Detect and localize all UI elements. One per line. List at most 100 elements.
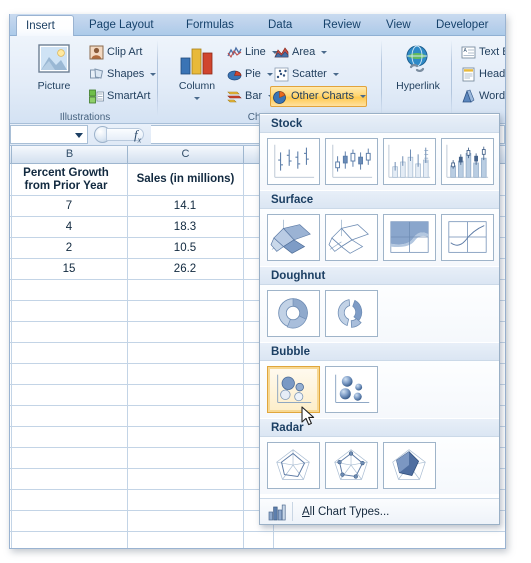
- gallery-section-body-bubble: [260, 361, 499, 418]
- cell-c1[interactable]: Sales (in millions): [128, 173, 243, 185]
- scatter-chart-icon: [274, 67, 289, 82]
- name-box[interactable]: [10, 125, 88, 144]
- header-footer-label: Header &: [479, 68, 506, 80]
- clip-art-label: Clip Art: [107, 46, 143, 58]
- chevron-down-icon: [332, 72, 339, 76]
- bar-chart-button[interactable]: Bar: [226, 87, 275, 106]
- other-charts-button[interactable]: Other Charts: [270, 86, 368, 107]
- chart-thumb-radar-filled[interactable]: [383, 442, 436, 489]
- cell-c2[interactable]: 14.1: [128, 200, 242, 212]
- tab-page-layout[interactable]: Page Layout: [80, 15, 163, 36]
- chart-thumb-stock-vhlc[interactable]: [383, 138, 436, 185]
- chart-thumb-surface-contour[interactable]: [383, 214, 436, 261]
- tab-insert[interactable]: Insert: [16, 15, 74, 37]
- column-header-c[interactable]: C: [128, 146, 244, 163]
- ribbon-body: Picture Clip Art Shapes SmartArt Illustr…: [10, 36, 505, 124]
- pie-chart-button[interactable]: Pie: [226, 65, 273, 84]
- all-chart-types-icon: [268, 503, 286, 521]
- bar-chart-icon: [227, 89, 242, 104]
- gallery-section-body-doughnut: [260, 285, 499, 342]
- shapes-button[interactable]: Shapes: [88, 65, 157, 84]
- chart-thumb-stock-vohlc[interactable]: [441, 138, 494, 185]
- pie-chart-icon: [227, 67, 242, 82]
- chart-thumb-radar-markers[interactable]: [325, 442, 378, 489]
- all-chart-types-accel: A: [302, 506, 310, 518]
- cell-c3[interactable]: 18.3: [128, 221, 242, 233]
- clip-art-icon: [89, 45, 104, 60]
- column-chart-button[interactable]: Column: [168, 42, 226, 104]
- line-chart-icon: [227, 45, 242, 60]
- chart-thumb-radar[interactable]: [267, 442, 320, 489]
- tab-data[interactable]: Data: [259, 15, 301, 36]
- all-chart-types-label: All Chart Types...: [302, 499, 390, 524]
- chart-thumb-stock-hlc[interactable]: [267, 138, 320, 185]
- chevron-down-icon: [150, 72, 157, 76]
- chart-thumb-surface-wireframe-contour[interactable]: [441, 214, 494, 261]
- cell-b5[interactable]: 15: [12, 263, 126, 275]
- ribbon-tab-bar: Insert Page Layout Formulas Data Review …: [10, 14, 505, 37]
- tab-review[interactable]: Review: [314, 15, 370, 36]
- picture-button[interactable]: Picture: [24, 42, 84, 92]
- line-chart-button[interactable]: Line: [226, 43, 278, 62]
- chart-thumb-doughnut[interactable]: [267, 290, 320, 337]
- chart-thumb-surface-3d[interactable]: [267, 214, 320, 261]
- other-charts-gallery: Stock Surface Doughnut Bubble Radar All …: [259, 113, 500, 525]
- text-box-button[interactable]: A Text Box: [460, 43, 505, 62]
- shapes-icon: [89, 67, 104, 82]
- group-divider: [381, 40, 382, 116]
- chevron-down-icon[interactable]: [75, 133, 83, 138]
- cell-c5[interactable]: 26.2: [128, 263, 242, 275]
- area-chart-button[interactable]: Area: [273, 43, 328, 62]
- text-box-label: Text Box: [479, 46, 505, 58]
- smartart-icon: [89, 89, 104, 104]
- group-divider: [451, 40, 452, 116]
- ribbon-group-illustrations: Picture Clip Art Shapes SmartArt Illustr…: [12, 36, 158, 124]
- gallery-section-body-stock: [260, 133, 499, 190]
- all-chart-types-row[interactable]: All Chart Types...: [260, 498, 499, 524]
- ribbon-group-links: Hyperlink: [384, 36, 452, 124]
- column-chart-icon: [180, 48, 213, 75]
- cell-b2[interactable]: 7: [12, 200, 126, 212]
- chart-thumb-exploded-doughnut[interactable]: [325, 290, 378, 337]
- text-box-icon: A: [461, 45, 476, 60]
- tab-formulas[interactable]: Formulas: [177, 15, 243, 36]
- other-charts-label: Other Charts: [291, 90, 354, 102]
- cell-c4[interactable]: 10.5: [128, 242, 242, 254]
- smartart-label: SmartArt: [107, 90, 151, 102]
- all-chart-types-rest: ll Chart Types...: [309, 506, 390, 518]
- area-chart-icon: [274, 45, 289, 60]
- tab-view[interactable]: View: [377, 15, 420, 36]
- tab-developer[interactable]: Developer: [427, 15, 497, 36]
- illustrations-group-label: Illustrations: [59, 112, 111, 123]
- gallery-section-header-stock: Stock: [260, 114, 499, 133]
- hyperlink-label: Hyperlink: [396, 80, 440, 92]
- chart-thumb-bubble[interactable]: [267, 366, 320, 413]
- other-charts-icon: [272, 90, 287, 105]
- smartart-button[interactable]: SmartArt: [88, 87, 150, 106]
- scatter-chart-button[interactable]: Scatter: [273, 65, 339, 84]
- gallery-section-header-doughnut: Doughnut: [260, 266, 499, 285]
- chart-thumb-bubble-3d[interactable]: [325, 366, 378, 413]
- scatter-label: Scatter: [292, 68, 327, 80]
- cell-b1-line1: Percent Growth: [23, 167, 109, 179]
- clip-art-button[interactable]: Clip Art: [88, 43, 142, 62]
- fx-icon[interactable]: fx: [134, 127, 141, 145]
- cell-b3[interactable]: 4: [12, 221, 126, 233]
- cell-b1[interactable]: Percent Growth from Prior Year: [10, 167, 126, 193]
- hyperlink-button[interactable]: Hyperlink: [390, 44, 446, 92]
- chart-thumb-surface-wireframe-3d[interactable]: [325, 214, 378, 261]
- header-footer-button[interactable]: Header &: [460, 65, 506, 84]
- gallery-section-header-radar: Radar: [260, 418, 499, 437]
- cell-b4[interactable]: 2: [12, 242, 126, 254]
- wordart-button[interactable]: WordArt: [460, 87, 506, 106]
- wordart-label: WordArt: [479, 90, 506, 102]
- gallery-section-body-radar: [260, 437, 499, 494]
- chart-thumb-stock-ohlc[interactable]: [325, 138, 378, 185]
- column-header-b[interactable]: B: [12, 146, 128, 163]
- globe-link-icon: [406, 45, 428, 73]
- ribbon-group-text: A Text Box: [454, 36, 506, 124]
- area-label: Area: [292, 46, 316, 58]
- pie-label: Pie: [245, 68, 261, 80]
- chevron-down-icon: [360, 94, 367, 98]
- gallery-section-header-bubble: Bubble: [260, 342, 499, 361]
